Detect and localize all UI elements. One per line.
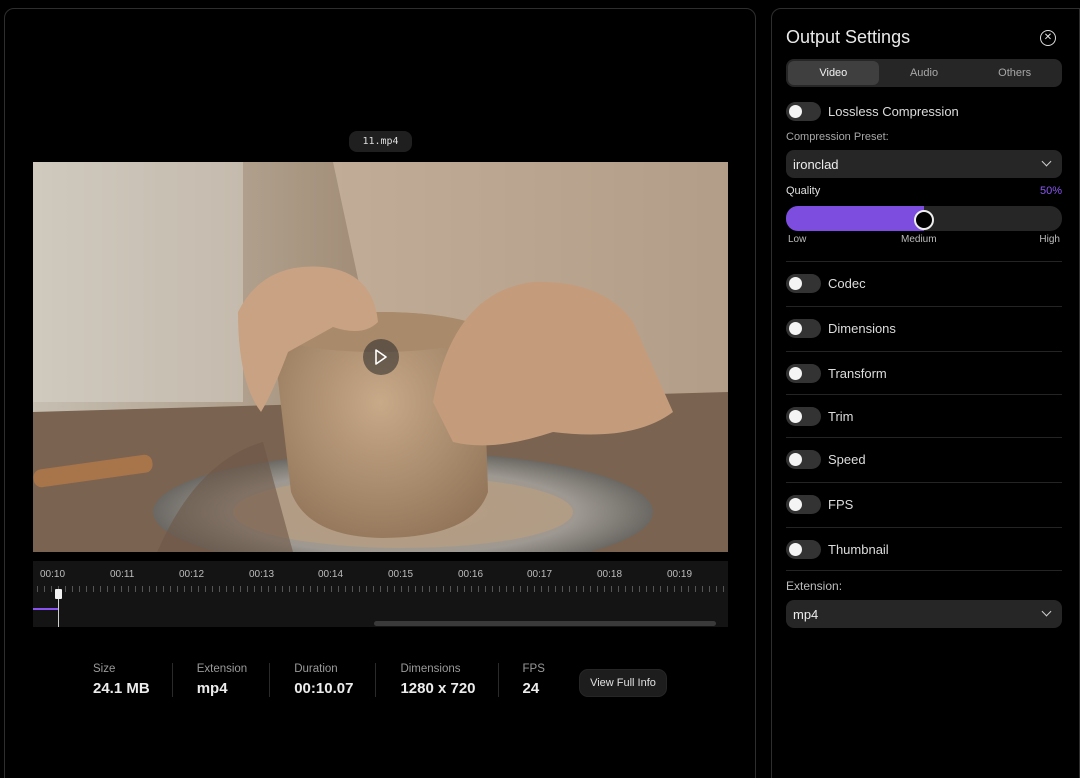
trim-row: Trim [786,407,854,426]
timeline-tick: 00:17 [527,569,553,580]
timeline-tick: 00:18 [597,569,623,580]
tab-video[interactable]: Video [788,61,879,85]
info-label: Dimensions [400,663,461,675]
timeline-tick-marks [37,586,724,592]
divider [786,527,1062,528]
speed-toggle[interactable] [786,450,821,469]
dimensions-toggle[interactable] [786,319,821,338]
timeline-tick: 00:13 [249,569,275,580]
fps-row: FPS [786,495,853,514]
chevron-down-icon [1041,606,1052,617]
view-full-info-button[interactable]: View Full Info [579,669,667,697]
play-icon [375,349,387,365]
info-value: 00:10.07 [294,680,354,697]
filename-badge: 11.mp4 [349,131,412,152]
info-value: 1280 x 720 [400,680,476,697]
quality-scale: Low Medium High [786,234,1062,248]
lossless-compression-row: Lossless Compression [786,102,959,121]
compression-preset-select[interactable]: ironclad [786,150,1062,178]
toggle-label: Speed [828,452,866,467]
transform-row: Transform [786,364,887,383]
info-size: Size 24.1 MB [65,663,172,697]
timeline-tick: 00:19 [667,569,693,580]
info-fps: FPS 24 [497,663,567,697]
info-label: FPS [522,663,545,675]
quality-medium-label: Medium [901,234,937,245]
codec-toggle[interactable] [786,274,821,293]
timeline-tick: 00:10 [40,569,66,580]
info-dimensions: Dimensions 1280 x 720 [375,663,497,697]
quality-label: Quality [786,185,821,197]
playhead-handle[interactable] [55,589,62,599]
play-button[interactable] [363,339,399,375]
timeline-tick: 00:15 [388,569,414,580]
extension-select[interactable]: mp4 [786,600,1062,628]
toggle-label: Transform [828,366,887,381]
divider [786,394,1062,395]
quality-slider-fill [786,206,924,231]
tab-audio[interactable]: Audio [879,61,970,85]
fps-toggle[interactable] [786,495,821,514]
toggle-label: Codec [828,276,866,291]
info-value: 24 [522,680,540,697]
info-value: mp4 [196,680,228,697]
divider [786,351,1062,352]
info-label: Duration [294,663,338,675]
info-label: Extension [196,663,248,675]
divider [786,261,1062,262]
output-settings-panel: Output Settings ✕ Video Audio Others Los… [771,8,1080,778]
select-value: mp4 [793,606,819,622]
info-extension: Extension mp4 [171,663,270,697]
compression-preset-label: Compression Preset: [786,131,889,143]
tab-others[interactable]: Others [969,61,1060,85]
quality-low-label: Low [788,234,807,245]
timeline-tick: 00:14 [318,569,344,580]
select-value: ironclad [793,156,839,172]
codec-row: Codec [786,274,866,293]
timeline-tick: 00:16 [458,569,484,580]
speed-row: Speed [786,450,866,469]
toggle-label: Trim [828,409,854,424]
timeline-scrollbar[interactable] [374,621,716,626]
info-duration: Duration 00:10.07 [269,663,375,697]
timeline-progress [33,608,58,610]
info-value: 24.1 MB [93,680,150,697]
file-info: Size 24.1 MB Extension mp4 Duration 00:1… [65,663,567,713]
quality-percent: 50% [1039,185,1062,197]
video-preview[interactable] [33,162,728,552]
divider [786,482,1062,483]
divider [786,306,1062,307]
quality-high-label: High [1039,234,1060,245]
toggle-label: Thumbnail [828,542,889,557]
panel-title: Output Settings [786,27,911,47]
divider [786,570,1062,571]
chevron-down-icon [1041,156,1052,167]
thumbnail-row: Thumbnail [786,540,889,559]
dimensions-row: Dimensions [786,319,896,338]
lossless-compression-toggle[interactable] [786,102,821,121]
timeline-tick: 00:11 [110,569,135,580]
trim-toggle[interactable] [786,407,821,426]
thumbnail-toggle[interactable] [786,540,821,559]
close-button[interactable]: ✕ [1040,30,1056,46]
toggle-label: Lossless Compression [828,104,959,119]
info-label: Size [93,663,116,675]
quality-slider-handle[interactable] [914,210,934,230]
timeline[interactable]: 00:10 00:11 00:12 00:13 00:14 00:15 00:1… [33,561,728,627]
preview-panel: 11.mp4 00:10 00:11 00:12 00:13 00:14 00:… [4,8,756,778]
transform-toggle[interactable] [786,364,821,383]
close-icon: ✕ [1043,32,1053,43]
toggle-label: FPS [828,497,854,512]
toggle-label: Dimensions [828,321,896,336]
settings-tabs: Video Audio Others [786,59,1062,87]
timeline-tick: 00:12 [179,569,205,580]
quality-header: Quality 50% [786,185,1062,197]
divider [786,437,1062,438]
extension-label: Extension: [786,579,843,593]
